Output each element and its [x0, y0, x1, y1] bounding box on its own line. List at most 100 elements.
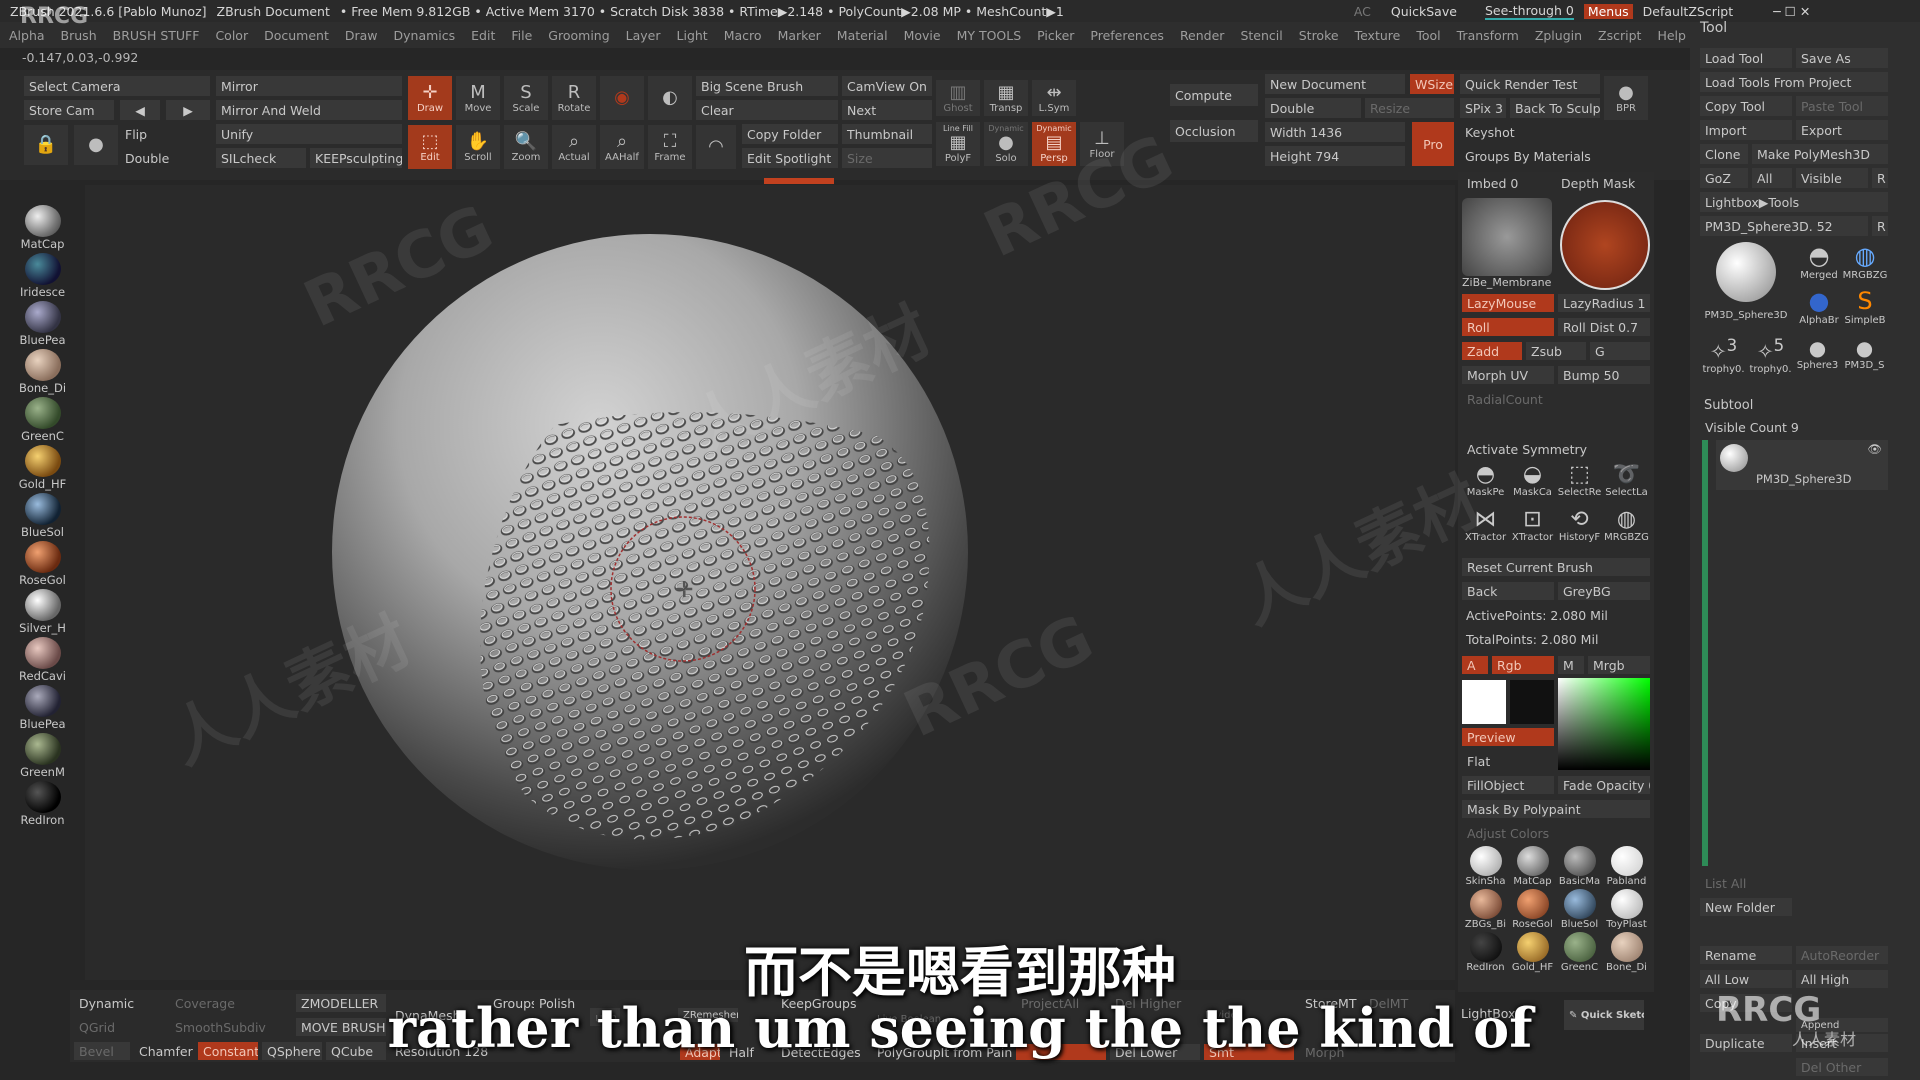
pro-button[interactable]: Pro — [1412, 122, 1454, 166]
zsub-button[interactable]: Zsub — [1526, 342, 1586, 360]
mrgb-button[interactable]: Mrgb — [1588, 656, 1650, 674]
current-tool-r-button[interactable]: R — [1872, 216, 1888, 236]
goz-visible-button[interactable]: Visible — [1796, 168, 1868, 188]
material-bluepearl[interactable]: BluePea — [10, 301, 75, 349]
draw-mode-button[interactable]: ✛ Draw — [408, 76, 452, 120]
big-scene-brush-button[interactable]: Big Scene Brush — [696, 76, 838, 96]
current-tool-slider[interactable]: PM3D_Sphere3D. 52 — [1700, 216, 1868, 236]
width-slider[interactable]: Width 1436 — [1265, 122, 1405, 142]
activate-symmetry-button[interactable]: Activate Symmetry — [1462, 440, 1650, 458]
edit-spotlight-button[interactable]: Edit Spotlight — [742, 148, 838, 168]
scale-mode-button[interactable]: S Scale — [504, 76, 548, 120]
menu-stencil[interactable]: Stencil — [1240, 28, 1282, 43]
transp-button[interactable]: ▦ Transp — [984, 80, 1028, 116]
camview-button[interactable]: CamView On — [842, 76, 932, 96]
subtool-scrollbar[interactable] — [1702, 440, 1708, 866]
spix-slider[interactable]: SPix 3 — [1460, 98, 1506, 118]
goz-all-button[interactable]: All — [1752, 168, 1792, 188]
store-cam-button[interactable]: Store Cam — [24, 100, 114, 120]
tool-thumb-trophy-1[interactable]: ✧3 trophy0. — [1700, 336, 1747, 375]
subtool-visibility-eye-icon[interactable]: 👁 — [1867, 442, 1882, 456]
radialcount-slider[interactable]: RadialCount — [1462, 390, 1650, 408]
list-all-button[interactable]: List All — [1700, 874, 1792, 892]
zadd-button[interactable]: Zadd — [1462, 342, 1522, 360]
save-as-button[interactable]: Save As — [1796, 48, 1888, 68]
menu-document[interactable]: Document — [264, 28, 329, 43]
preset-basicmaterial[interactable]: BasicMa — [1556, 846, 1603, 887]
menu-brush[interactable]: Brush — [61, 28, 97, 43]
tool-thumb-trophy-2[interactable]: ✧5 trophy0. — [1747, 336, 1794, 375]
main-color-swatch[interactable] — [1462, 680, 1506, 724]
menu-tool[interactable]: Tool — [1416, 28, 1440, 43]
solo-button[interactable]: Dynamic ● Solo — [984, 122, 1028, 166]
clear-button[interactable]: Clear — [696, 100, 838, 120]
scroll-button[interactable]: ✋ Scroll — [456, 125, 500, 169]
menu-help[interactable]: Help — [1657, 28, 1686, 43]
height-slider[interactable]: Height 794 — [1265, 146, 1405, 166]
material-bluesolid[interactable]: BlueSol — [10, 493, 75, 541]
compute-button[interactable]: Compute — [1170, 84, 1258, 106]
lazymouse-button[interactable]: LazyMouse — [1462, 294, 1554, 312]
depth-mask-button[interactable]: Depth Mask — [1556, 174, 1650, 192]
spotlight-toggle[interactable]: ◠ — [696, 125, 736, 169]
window-controls[interactable]: ─ ☐ ✕ — [1773, 4, 1810, 19]
goz-button[interactable]: GoZ — [1700, 168, 1748, 188]
subtool-header[interactable]: Subtool — [1704, 398, 1753, 413]
preset-rosegold[interactable]: RoseGol — [1509, 889, 1556, 930]
menus-toggle[interactable]: Menus — [1583, 3, 1633, 19]
maskcurve-brush[interactable]: ◒ MaskCa — [1509, 462, 1556, 507]
del-other-button[interactable]: Del Other — [1796, 1058, 1888, 1076]
move-mode-button[interactable]: M Move — [456, 76, 500, 120]
greybg-button[interactable]: GreyBG — [1558, 582, 1650, 600]
next-camera-button[interactable]: ▶ — [166, 100, 210, 120]
material-bone[interactable]: Bone_Di — [10, 349, 75, 397]
quick-render-test-button[interactable]: Quick Render Test — [1460, 74, 1600, 94]
menu-draw[interactable]: Draw — [345, 28, 378, 43]
material-rosegold[interactable]: RoseGol — [10, 541, 75, 589]
tool-thumb-pm3d-s[interactable]: ● PM3D_S — [1841, 336, 1888, 375]
actual-button[interactable]: ⌕ Actual — [552, 125, 596, 169]
material-rediron[interactable]: RedIron — [10, 781, 75, 829]
goz-r-button[interactable]: R — [1872, 168, 1888, 188]
lock-icon[interactable]: 🔒 — [24, 125, 68, 165]
menu-file[interactable]: File — [511, 28, 532, 43]
history-brush[interactable]: ⟲ HistoryF — [1556, 507, 1603, 552]
load-tool-button[interactable]: Load Tool — [1700, 48, 1792, 68]
mrgbzgrabber-brush[interactable]: ◍ MRGBZG — [1603, 507, 1650, 552]
copy-folder-button[interactable]: Copy Folder — [742, 124, 838, 144]
preset-toyplastic[interactable]: ToyPlast — [1603, 889, 1650, 930]
unify-button[interactable]: Unify — [216, 124, 402, 144]
bpr-button[interactable]: ● BPR — [1604, 76, 1648, 120]
select-camera-button[interactable]: Select Camera — [24, 76, 210, 96]
roll-button[interactable]: Roll — [1462, 318, 1554, 336]
menu-layer[interactable]: Layer — [626, 28, 661, 43]
material-redcavity[interactable]: RedCavi — [10, 637, 75, 685]
make-polymesh3d-button[interactable]: Make PolyMesh3D — [1752, 144, 1888, 164]
material-matcap[interactable]: MatCap — [10, 205, 75, 253]
tool-thumb-simpleb[interactable]: S SimpleB — [1842, 287, 1888, 332]
size-slider[interactable]: Size — [842, 148, 932, 168]
g-button[interactable]: G — [1590, 342, 1650, 360]
back-to-sculpt-button[interactable]: Back To Sculpt — [1510, 98, 1600, 118]
menu-my-tools[interactable]: MY TOOLS — [957, 28, 1022, 43]
material-iridescent[interactable]: Iridesce — [10, 253, 75, 301]
menu-movie[interactable]: Movie — [904, 28, 941, 43]
rotate-mode-button[interactable]: R Rotate — [552, 76, 596, 120]
selectrect-brush[interactable]: ⬚ SelectRe — [1556, 462, 1603, 507]
clone-button[interactable]: Clone — [1700, 144, 1748, 164]
preset-zbgs-bi[interactable]: ZBGs_Bi — [1462, 889, 1509, 930]
mask-by-polypaint-button[interactable]: Mask By Polypaint — [1462, 800, 1650, 818]
next-button[interactable]: Next — [842, 100, 932, 120]
fade-opacity-slider[interactable]: Fade Opacity 0 — [1558, 776, 1650, 794]
tool-thumb-sphere3[interactable]: ● Sphere3 — [1794, 336, 1841, 375]
preset-skinshade[interactable]: SkinSha — [1462, 846, 1509, 887]
copy-tool-button[interactable]: Copy Tool — [1700, 96, 1792, 116]
bump-slider[interactable]: Bump 50 — [1558, 366, 1650, 384]
preset-matcap[interactable]: MatCap — [1509, 846, 1556, 887]
new-folder-button[interactable]: New Folder — [1700, 898, 1792, 916]
import-button[interactable]: Import — [1700, 120, 1792, 140]
groups-by-materials-button[interactable]: Groups By Materials — [1460, 146, 1646, 166]
menu-picker[interactable]: Picker — [1037, 28, 1074, 43]
secondary-color-swatch[interactable] — [1510, 680, 1554, 724]
adjust-colors-button[interactable]: Adjust Colors — [1462, 824, 1650, 842]
